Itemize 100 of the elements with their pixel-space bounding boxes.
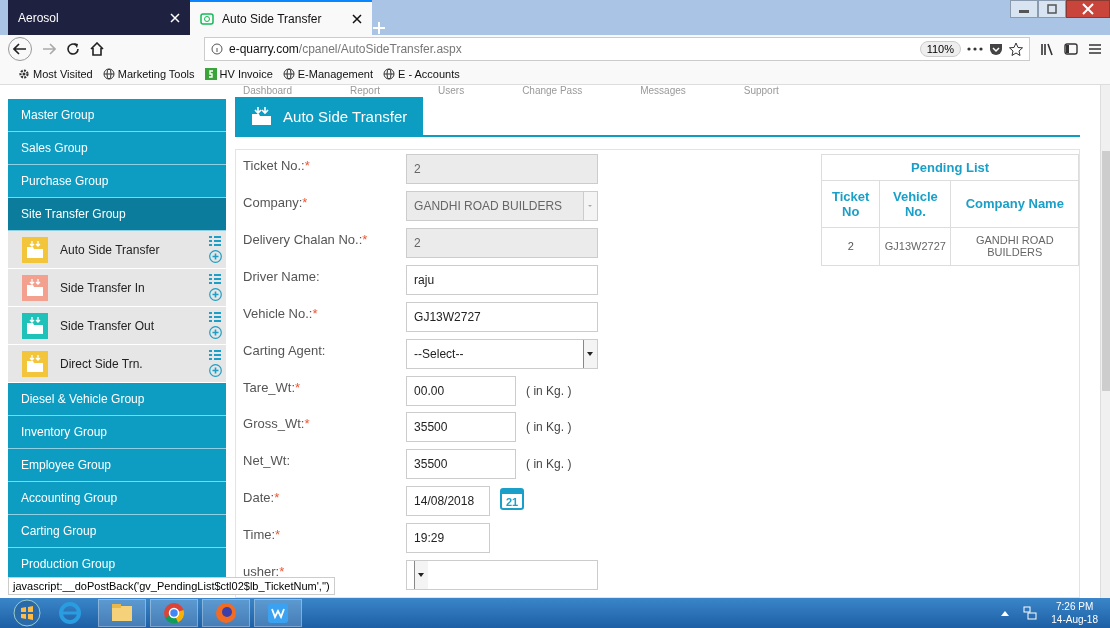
dropdown[interactable]: GANDHI ROAD BUILDERS — [406, 190, 599, 221]
sidebar-item[interactable]: Side Transfer In — [8, 269, 227, 307]
add-circle-icon[interactable] — [209, 364, 223, 377]
pocket-icon[interactable] — [989, 42, 1003, 56]
status-link-text: javascript:__doPostBack('gv_PendingList$ctl02$lb_TicketNum','') — [8, 577, 335, 595]
column-header: Company Name — [951, 180, 1079, 228]
star-icon[interactable] — [1009, 42, 1023, 56]
input-field[interactable]: 2 — [406, 154, 599, 184]
folder-icon — [251, 106, 274, 126]
input-field[interactable]: 35500 — [406, 449, 517, 480]
globe-icon — [102, 67, 115, 80]
list-icon[interactable] — [209, 312, 222, 324]
field-label: usher: — [243, 564, 280, 580]
field-label: Date: — [243, 490, 275, 506]
home-icon[interactable] — [90, 42, 104, 56]
list-icon[interactable] — [209, 350, 222, 362]
input-field[interactable]: 19:29 — [406, 523, 491, 554]
sidebar-group[interactable]: Site Transfer Group — [8, 198, 227, 231]
globe-icon — [383, 67, 395, 80]
caret-icon — [414, 561, 429, 590]
field-label: Carting Agent: — [243, 342, 326, 358]
sidebar-item-label: Direct Side Trn. — [60, 356, 144, 371]
library-icon[interactable] — [1040, 42, 1054, 56]
page-icon — [200, 11, 214, 26]
browser-tab[interactable]: Auto Side Transfer — [190, 0, 372, 35]
add-circle-icon[interactable] — [209, 288, 223, 301]
url-text: e-quarry.com/cpanel/AutoSideTransfer.aspx — [229, 42, 462, 56]
field-label: Net_Wt: — [243, 453, 291, 469]
required-mark: * — [302, 194, 308, 210]
field-label: Company: — [243, 194, 303, 210]
address-bar[interactable]: e-quarry.com/cpanel/AutoSideTransfer.aspx 110% — [204, 37, 1030, 61]
field-label: Driver Name: — [243, 268, 320, 284]
required-mark: * — [274, 490, 280, 506]
sidebar-item-label: Side Transfer Out — [60, 318, 156, 333]
chrome-icon[interactable] — [162, 601, 186, 625]
bookmark-link[interactable]: Marketing Tools — [102, 67, 195, 80]
input-field[interactable]: 35500 — [406, 412, 517, 443]
browser-e-icon[interactable] — [58, 601, 82, 625]
sidebar-item[interactable]: Auto Side Transfer — [8, 231, 227, 269]
list-icon[interactable] — [209, 274, 222, 286]
field-label: Gross_Wt: — [243, 416, 305, 432]
input-field[interactable]: 00.00 — [406, 375, 517, 406]
close-icon[interactable] — [352, 13, 362, 24]
dropdown[interactable]: --Select-- — [406, 338, 599, 369]
caret-icon — [583, 339, 598, 368]
add-circle-icon[interactable] — [209, 250, 223, 263]
table-title: Pending List — [821, 154, 1079, 181]
browser-tab[interactable]: Aerosol — [8, 0, 190, 35]
firefox-icon[interactable] — [214, 601, 238, 625]
spreadsheet-icon — [204, 67, 217, 80]
required-mark: * — [295, 379, 301, 395]
reload-icon[interactable] — [66, 42, 80, 56]
input-field[interactable]: raju — [406, 264, 599, 295]
required-mark: * — [312, 305, 318, 321]
sidebar-icon[interactable] — [1064, 43, 1078, 55]
field-label: Delivery Chalan No.: — [243, 231, 363, 247]
unit-label: ( in Kg. ) — [526, 383, 572, 398]
bookmark-link[interactable]: HV Invoice — [204, 67, 273, 80]
scrollbar-thumb[interactable] — [1102, 151, 1110, 391]
more-icon[interactable] — [967, 47, 983, 51]
document-w-icon[interactable] — [266, 601, 290, 625]
required-mark: * — [362, 231, 368, 247]
field-label: Time: — [243, 527, 276, 543]
field-label: Vehicle No.: — [243, 305, 313, 321]
menu-icon[interactable] — [1088, 43, 1102, 55]
field-label: Tare_Wt: — [243, 379, 296, 395]
info-icon — [211, 43, 223, 55]
column-header: Ticket No — [821, 180, 880, 228]
zoom-level[interactable]: 110% — [919, 41, 961, 57]
sidebar-item-label: Auto Side Transfer — [60, 242, 161, 257]
clock[interactable]: 7:26 PM 14-Aug-18 — [1051, 600, 1098, 626]
input-field[interactable]: 2 — [406, 227, 599, 258]
input-field[interactable]: 14/08/2018 — [406, 486, 491, 517]
required-mark: * — [304, 158, 310, 173]
bookmark-link[interactable]: E-Management — [282, 67, 373, 80]
minimize-icon[interactable] — [1010, 0, 1038, 18]
tray-arrow-icon[interactable] — [1001, 610, 1010, 616]
close-icon[interactable] — [1066, 0, 1110, 18]
unit-label: ( in Kg. ) — [526, 420, 572, 435]
required-mark: * — [279, 564, 285, 580]
network-icon[interactable] — [1023, 606, 1038, 620]
forward-arrow-icon[interactable] — [42, 43, 56, 55]
bookmark-link[interactable]: Most Visited — [18, 67, 93, 80]
column-header: Vehicle No. — [879, 180, 951, 228]
sidebar-item[interactable]: Direct Side Trn. — [8, 345, 227, 383]
field-label: Ticket No.: — [243, 158, 305, 173]
input-field[interactable]: GJ13W2727 — [406, 301, 599, 332]
caret-icon — [583, 191, 598, 220]
unit-label: ( in Kg. ) — [526, 457, 572, 472]
list-icon[interactable] — [209, 236, 222, 248]
back-arrow-icon — [13, 43, 27, 55]
globe-icon — [282, 67, 295, 80]
required-mark: * — [304, 416, 310, 432]
ticket-link[interactable]: 2 — [847, 240, 854, 253]
start-orb-icon[interactable] — [12, 599, 42, 627]
bookmark-link[interactable]: E - Accounts — [383, 67, 460, 80]
add-circle-icon[interactable] — [209, 326, 223, 339]
scrollbar[interactable] — [1100, 85, 1110, 598]
sidebar-item[interactable]: Side Transfer Out — [8, 307, 227, 345]
restore-icon[interactable] — [1038, 0, 1066, 18]
